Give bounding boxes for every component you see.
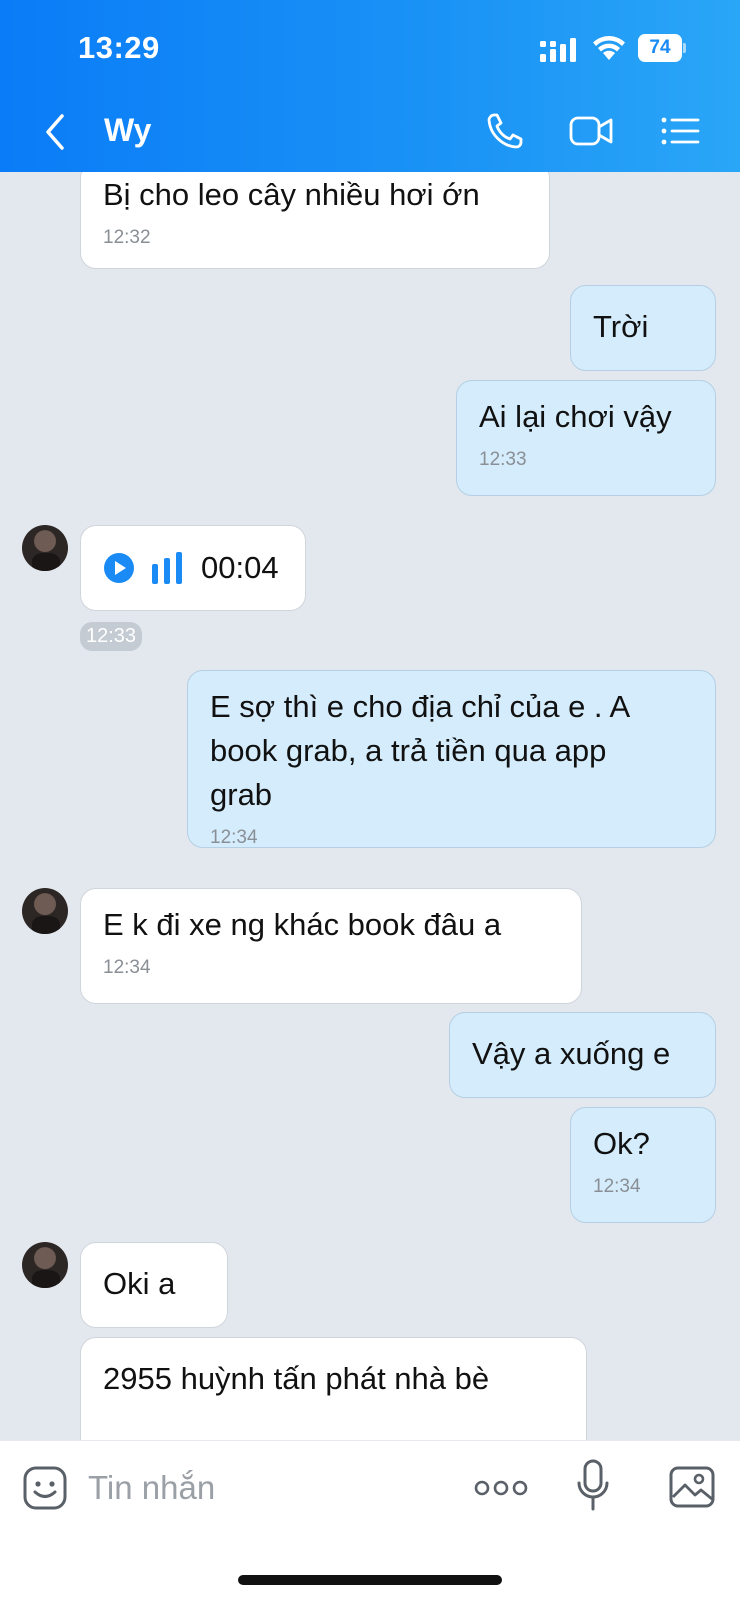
home-indicator — [238, 1575, 502, 1585]
message-time: 12:34 — [103, 957, 151, 978]
message-text: Oki a — [103, 1266, 176, 1301]
audio-wave-icon — [152, 552, 182, 584]
outgoing-message[interactable]: Ai lại chơi vậy 12:33 — [456, 380, 716, 496]
cellular-signal-icon — [540, 38, 576, 62]
outgoing-message[interactable]: Vậy a xuống e — [449, 1012, 716, 1098]
message-text: Ok? — [593, 1126, 650, 1161]
sticker-icon[interactable] — [22, 1465, 68, 1511]
outgoing-message[interactable]: Ok? 12:34 — [570, 1107, 716, 1223]
message-text: Ai lại chơi vậy — [479, 399, 672, 434]
message-text: Bị cho leo cây nhiều hơi ớn — [103, 177, 480, 212]
contact-avatar[interactable] — [22, 1242, 68, 1288]
more-options-icon[interactable] — [474, 1477, 528, 1499]
message-time: 12:34 — [593, 1176, 641, 1197]
message-input[interactable] — [88, 1461, 448, 1515]
message-time: 12:32 — [103, 227, 151, 248]
play-icon[interactable] — [103, 552, 135, 584]
voice-duration: 00:04 — [201, 550, 279, 585]
contact-avatar[interactable] — [22, 525, 68, 571]
image-gallery-icon[interactable] — [668, 1465, 716, 1509]
message-text: 2955 huỳnh tấn phát nhà bè — [103, 1361, 490, 1396]
menu-list-icon[interactable] — [658, 110, 704, 152]
incoming-message[interactable]: Bị cho leo cây nhiều hơi ớn 12:32 — [80, 172, 550, 269]
battery-level: 74 — [638, 34, 682, 62]
contact-name[interactable]: Wy — [104, 112, 151, 149]
message-time: 12:33 — [479, 449, 527, 470]
message-input-bar — [0, 1440, 740, 1600]
back-arrow-icon[interactable] — [40, 112, 70, 152]
chat-messages[interactable]: Bị cho leo cây nhiều hơi ớn 12:32 Trời A… — [0, 172, 740, 1440]
status-time: 13:29 — [78, 30, 160, 65]
incoming-message[interactable]: E k đi xe ng khác book đâu a 12:34 — [80, 888, 582, 1004]
outgoing-message[interactable]: E sợ thì e cho địa chỉ của e . A book gr… — [187, 670, 716, 848]
message-text-line: grab — [210, 777, 273, 812]
contact-avatar[interactable] — [22, 888, 68, 934]
message-time: 12:33 — [80, 622, 143, 651]
message-text-line: E sợ thì e cho địa chỉ của e . A — [210, 689, 631, 724]
phone-call-icon[interactable] — [484, 110, 530, 152]
incoming-message[interactable]: 2955 huỳnh tấn phát nhà bè — [80, 1337, 587, 1440]
wifi-icon — [593, 36, 625, 60]
video-call-icon[interactable] — [568, 110, 614, 152]
outgoing-message[interactable]: Trời — [570, 285, 716, 371]
microphone-icon[interactable] — [576, 1459, 610, 1513]
message-text: Trời — [593, 309, 649, 344]
message-text: E k đi xe ng khác book đâu a — [103, 907, 502, 942]
incoming-message[interactable]: Oki a — [80, 1242, 228, 1328]
battery-icon: 74 — [638, 34, 686, 62]
voice-message[interactable]: 00:04 — [80, 525, 306, 611]
chat-header: 13:29 74 Wy — [0, 0, 740, 172]
message-time: 12:34 — [210, 827, 258, 848]
message-text: Vậy a xuống e — [472, 1036, 671, 1071]
message-text-line: book grab, a trả tiền qua app — [210, 733, 607, 768]
